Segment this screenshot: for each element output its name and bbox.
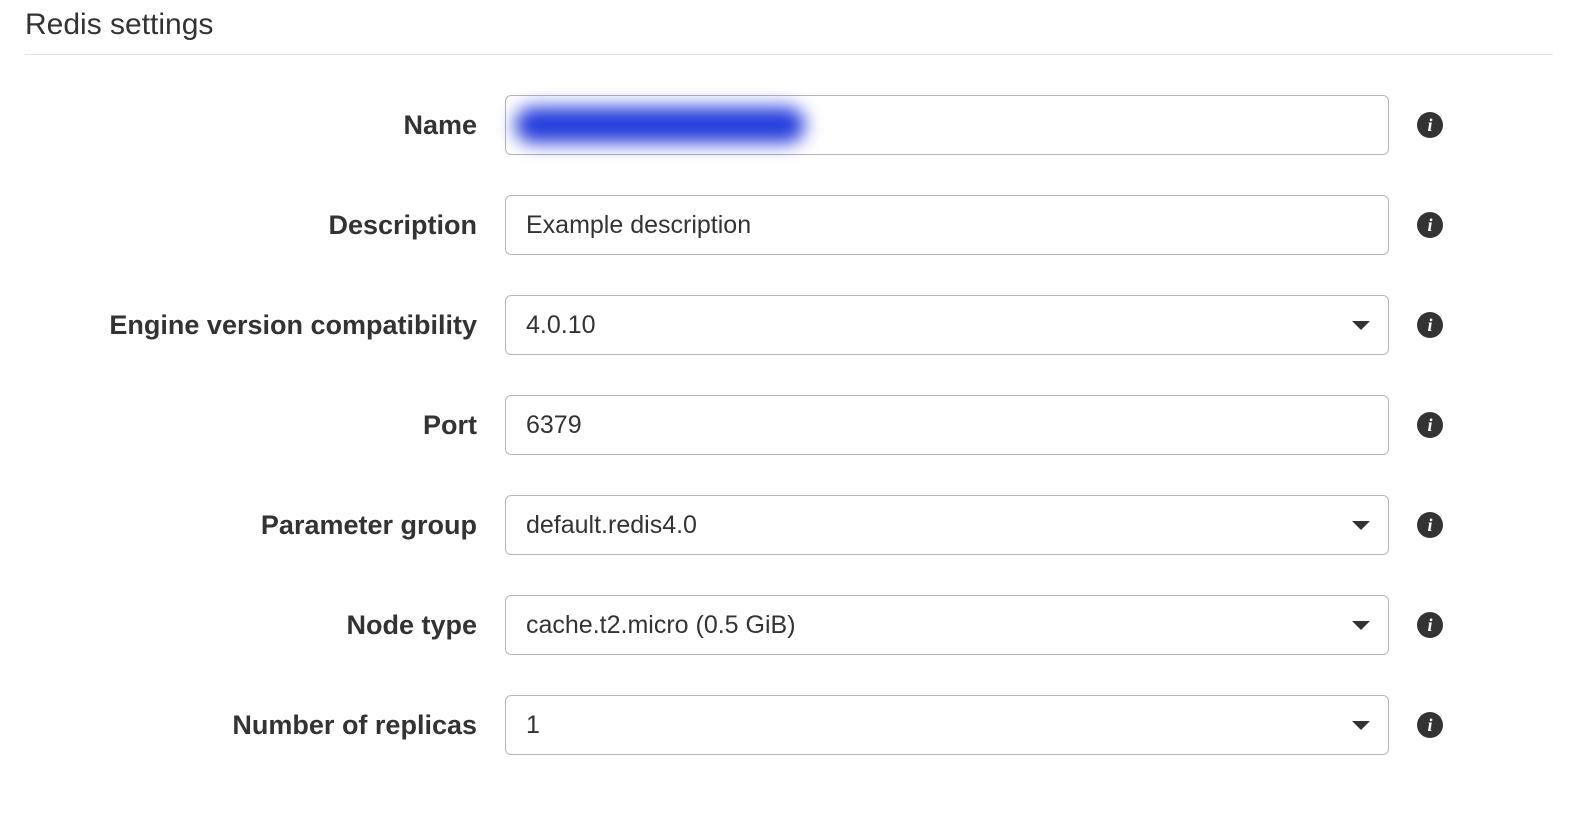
port-input-wrap bbox=[505, 395, 1389, 455]
caret-down-icon bbox=[1352, 321, 1370, 330]
replicas-select-wrap: 1 bbox=[505, 695, 1389, 755]
info-icon[interactable]: i bbox=[1417, 712, 1443, 738]
label-name: Name bbox=[25, 110, 477, 141]
description-input-wrap bbox=[505, 195, 1389, 255]
node-type-select[interactable]: cache.t2.micro (0.5 GiB) bbox=[505, 595, 1389, 655]
label-replicas: Number of replicas bbox=[25, 710, 477, 741]
name-input[interactable] bbox=[505, 95, 1389, 155]
redis-settings-panel: Redis settings Name i Description i Engi… bbox=[0, 0, 1578, 755]
row-description: Description i bbox=[25, 195, 1553, 255]
section-title: Redis settings bbox=[25, 0, 1553, 55]
info-icon[interactable]: i bbox=[1417, 612, 1443, 638]
row-port: Port i bbox=[25, 395, 1553, 455]
label-description: Description bbox=[25, 210, 477, 241]
info-icon[interactable]: i bbox=[1417, 112, 1443, 138]
port-input[interactable] bbox=[505, 395, 1389, 455]
label-parameter-group: Parameter group bbox=[25, 510, 477, 541]
node-type-select-wrap: cache.t2.micro (0.5 GiB) bbox=[505, 595, 1389, 655]
parameter-group-value: default.redis4.0 bbox=[526, 511, 697, 540]
replicas-value: 1 bbox=[526, 711, 540, 740]
row-replicas: Number of replicas 1 i bbox=[25, 695, 1553, 755]
info-icon[interactable]: i bbox=[1417, 412, 1443, 438]
row-parameter-group: Parameter group default.redis4.0 i bbox=[25, 495, 1553, 555]
engine-version-select[interactable]: 4.0.10 bbox=[505, 295, 1389, 355]
description-input[interactable] bbox=[505, 195, 1389, 255]
row-name: Name i bbox=[25, 95, 1553, 155]
name-input-wrap bbox=[505, 95, 1389, 155]
parameter-group-select[interactable]: default.redis4.0 bbox=[505, 495, 1389, 555]
caret-down-icon bbox=[1352, 721, 1370, 730]
row-node-type: Node type cache.t2.micro (0.5 GiB) i bbox=[25, 595, 1553, 655]
caret-down-icon bbox=[1352, 621, 1370, 630]
info-icon[interactable]: i bbox=[1417, 312, 1443, 338]
row-engine-version: Engine version compatibility 4.0.10 i bbox=[25, 295, 1553, 355]
label-node-type: Node type bbox=[25, 610, 477, 641]
label-engine-version: Engine version compatibility bbox=[25, 310, 477, 341]
caret-down-icon bbox=[1352, 521, 1370, 530]
replicas-select[interactable]: 1 bbox=[505, 695, 1389, 755]
settings-form: Name i Description i Engine version comp… bbox=[25, 95, 1553, 755]
label-port: Port bbox=[25, 410, 477, 441]
node-type-value: cache.t2.micro (0.5 GiB) bbox=[526, 611, 796, 640]
parameter-group-select-wrap: default.redis4.0 bbox=[505, 495, 1389, 555]
info-icon[interactable]: i bbox=[1417, 512, 1443, 538]
engine-version-select-wrap: 4.0.10 bbox=[505, 295, 1389, 355]
engine-version-value: 4.0.10 bbox=[526, 311, 596, 340]
info-icon[interactable]: i bbox=[1417, 212, 1443, 238]
